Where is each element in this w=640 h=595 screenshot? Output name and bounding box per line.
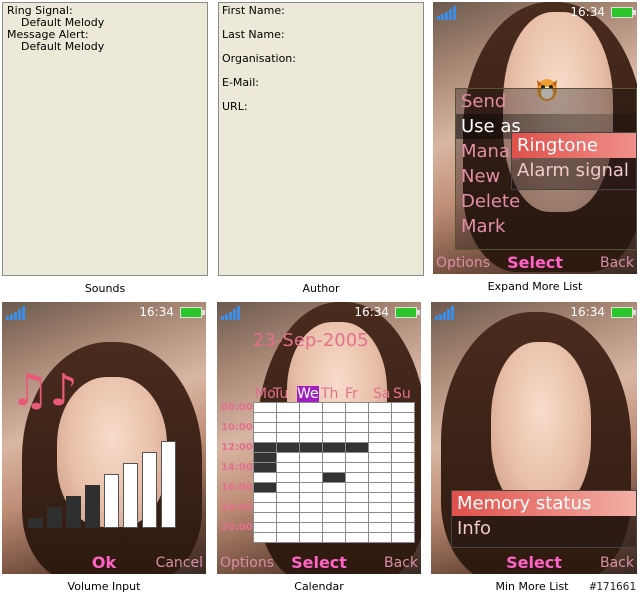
- menu-item-memory-status[interactable]: Memory status: [452, 491, 636, 516]
- battery-icon: [611, 307, 636, 318]
- submenu-item-alarm-signal[interactable]: Alarm signal: [512, 158, 636, 183]
- hour-label: 08:00: [221, 402, 253, 413]
- hour-label: 18:00: [221, 502, 253, 513]
- email-field[interactable]: E-Mail:: [222, 77, 259, 89]
- url-field[interactable]: URL:: [222, 101, 248, 113]
- battery-icon: [180, 307, 205, 318]
- status-bar: 16:34: [217, 302, 421, 324]
- caption-calendar: Calendar: [294, 580, 344, 593]
- weekday-su[interactable]: Su: [393, 386, 411, 402]
- music-notes-icon: ♫♪: [10, 365, 78, 416]
- hour-label: 14:00: [221, 462, 253, 473]
- caption-volume-input: Volume Input: [67, 580, 141, 593]
- volume-bar: [85, 485, 100, 528]
- volume-bar: [47, 507, 62, 528]
- clock: 16:34: [570, 5, 605, 19]
- signal-icon: [6, 306, 25, 320]
- status-bar: 16:34: [431, 302, 637, 324]
- message-alert-value[interactable]: Default Melody: [3, 41, 207, 53]
- weekday-sa[interactable]: Sa: [373, 386, 390, 402]
- volume-bar: [142, 452, 157, 528]
- softkey-bar: Options Select Back: [433, 248, 637, 274]
- signal-icon: [221, 306, 240, 320]
- use-as-submenu: Ringtone Alarm signal: [511, 132, 637, 190]
- ring-signal-label: Ring Signal:: [7, 4, 73, 17]
- week-grid[interactable]: [253, 402, 415, 543]
- calendar-date: 23-Sep-2005: [253, 330, 369, 351]
- caption-author: Author: [302, 282, 340, 295]
- menu-item-send[interactable]: Send: [456, 89, 636, 114]
- volume-bar: [104, 474, 119, 528]
- clock: 16:34: [139, 305, 174, 319]
- hour-label: 10:00: [221, 422, 253, 433]
- author-panel: First Name: Last Name: Organisation: E-M…: [218, 2, 424, 276]
- volume-bar: [123, 463, 138, 528]
- volume-bar: [161, 441, 176, 528]
- signal-icon: [437, 6, 456, 20]
- status-bar: 16:34: [433, 2, 637, 24]
- weekday-fr[interactable]: Fr: [345, 386, 358, 402]
- caption-expand-more-list: Expand More List: [487, 280, 583, 293]
- volume-bar: [66, 496, 81, 528]
- expand-list-screen: 16:34 Send Use as Manage New Delete Mark…: [433, 2, 637, 274]
- volume-bar: [28, 518, 43, 528]
- menu-item-info[interactable]: Info: [452, 516, 636, 541]
- caption-sounds: Sounds: [84, 282, 126, 295]
- menu-item-delete[interactable]: Delete: [456, 189, 636, 214]
- weekday-tu[interactable]: Tu: [273, 386, 288, 402]
- softkey-bar: Options Select Back: [217, 548, 421, 574]
- first-name-field[interactable]: First Name:: [222, 5, 285, 17]
- clock: 16:34: [570, 305, 605, 319]
- signal-icon: [435, 306, 454, 320]
- clock: 16:34: [354, 305, 389, 319]
- calendar-screen: 16:34 23-Sep-2005 Mo Tu We Th Fr Sa Su 08:00 10…: [217, 302, 421, 574]
- watermark: #171661: [589, 580, 636, 593]
- battery-icon: [611, 7, 636, 18]
- volume-screen: 16:34 ♫♪ Ok Cancel: [2, 302, 206, 574]
- min-list-screen: 16:34 Memory status Info Select Back: [431, 302, 637, 574]
- portrait-face: [491, 342, 591, 512]
- min-more-menu: Memory status Info: [451, 490, 637, 548]
- submenu-item-ringtone[interactable]: Ringtone: [512, 133, 636, 158]
- back-softkey[interactable]: Back: [384, 555, 418, 571]
- sounds-panel: Ring Signal: Default Melody Message Aler…: [2, 2, 208, 276]
- back-softkey[interactable]: Back: [600, 255, 634, 271]
- weekday-we[interactable]: We: [297, 386, 319, 402]
- softkey-bar: Select Back: [431, 548, 637, 574]
- status-bar: 16:34: [2, 302, 206, 324]
- hour-label: 16:00: [221, 482, 253, 493]
- hour-label: 12:00: [221, 442, 253, 453]
- volume-meter[interactable]: [28, 441, 178, 528]
- menu-item-mark[interactable]: Mark: [456, 214, 636, 239]
- cancel-softkey[interactable]: Cancel: [156, 555, 203, 571]
- organisation-field[interactable]: Organisation:: [222, 53, 296, 65]
- hour-label: 20:00: [221, 522, 253, 533]
- softkey-bar: Ok Cancel: [2, 548, 206, 574]
- battery-icon: [395, 307, 420, 318]
- last-name-field[interactable]: Last Name:: [222, 29, 285, 41]
- back-softkey[interactable]: Back: [600, 555, 634, 571]
- weekday-th[interactable]: Th: [321, 386, 338, 402]
